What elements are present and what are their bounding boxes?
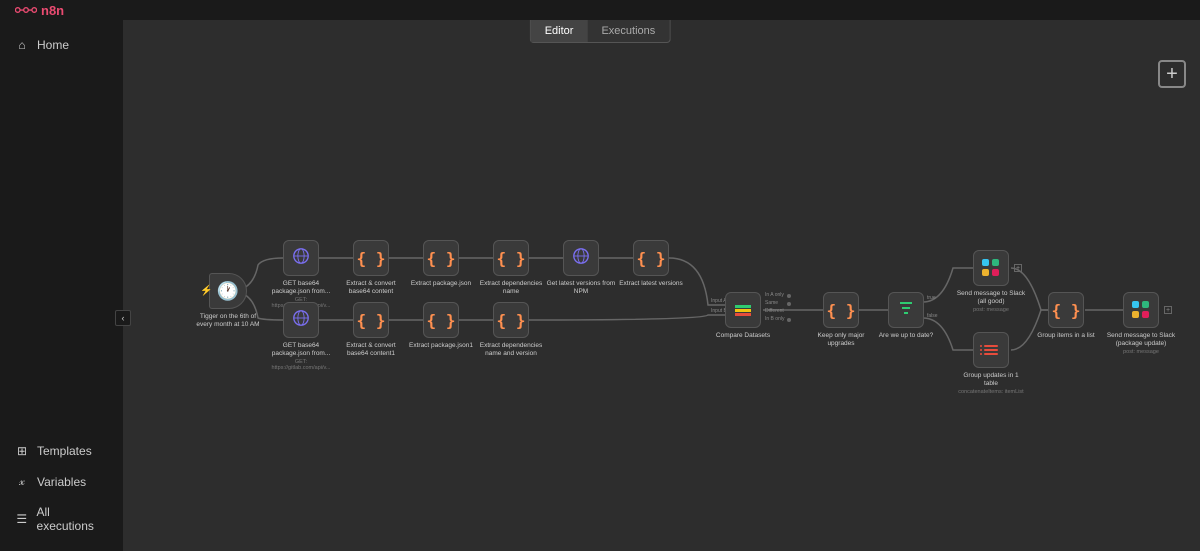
tab-executions[interactable]: Executions	[587, 20, 669, 42]
node-label: Group updates in 1 table	[956, 372, 1026, 388]
view-tabs: Editor Executions	[530, 20, 671, 43]
node-label: Send message to Slack (package update)	[1106, 332, 1176, 348]
node-sublabel: concatenateItems: itemList	[958, 389, 1023, 395]
node-sublabel: GET: https://gitlab.com/api/v...	[266, 359, 336, 371]
node-sublabel: post: message	[1123, 349, 1159, 355]
node-http-get-2[interactable]	[283, 302, 319, 338]
node-up-to-date[interactable]	[888, 292, 924, 328]
sidebar-collapse-button[interactable]: ‹	[115, 310, 131, 326]
executions-icon: ☰	[15, 512, 29, 526]
globe-icon	[292, 247, 310, 270]
home-icon: ⌂	[15, 38, 29, 52]
list-icon	[984, 345, 998, 355]
node-label: Extract & convert base64 content	[336, 280, 406, 296]
code-icon: { }	[357, 311, 386, 330]
node-extract-deps-version[interactable]: { }	[493, 302, 529, 338]
node-keep-major[interactable]: { }	[823, 292, 859, 328]
clock-icon: 🕐	[217, 281, 239, 302]
variables-icon: 𝓍	[15, 474, 29, 489]
node-label: Extract latest versions	[619, 280, 683, 288]
code-icon: { }	[497, 249, 526, 268]
node-group-list[interactable]: { }	[1048, 292, 1084, 328]
globe-icon	[292, 309, 310, 332]
node-label: Extract dependencies name	[476, 280, 546, 296]
lightning-icon: ⚡	[200, 286, 212, 297]
sidebar-item-variables[interactable]: 𝓍 Variables	[0, 466, 123, 497]
node-label: GET base64 package.json from...	[266, 280, 336, 296]
code-icon: { }	[427, 249, 456, 268]
node-label: Extract dependencies name and version	[476, 342, 546, 358]
brand-logo[interactable]: n8n	[15, 3, 64, 18]
slack-icon	[982, 259, 1000, 277]
node-extract-package[interactable]: { }	[423, 240, 459, 276]
code-icon: { }	[427, 311, 456, 330]
node-label: Keep only major upgrades	[806, 332, 876, 348]
node-label: Compare Datasets	[716, 332, 770, 340]
node-extract-latest[interactable]: { }	[633, 240, 669, 276]
node-slack-allgood[interactable]: +	[973, 250, 1009, 286]
plus-icon[interactable]: +	[1164, 306, 1172, 314]
node-group-table[interactable]	[973, 332, 1009, 368]
node-compare-datasets[interactable]	[725, 292, 761, 328]
node-sublabel: post: message	[973, 307, 1009, 313]
sidebar-label: All executions	[37, 505, 108, 533]
node-label: Extract & convert base64 content1	[336, 342, 406, 358]
code-icon: { }	[357, 249, 386, 268]
node-extract-convert-2[interactable]: { }	[353, 302, 389, 338]
node-label: GET base64 package.json from...	[266, 342, 336, 358]
filter-icon	[898, 300, 914, 321]
code-icon: { }	[1052, 301, 1081, 320]
node-http-get-1[interactable]	[283, 240, 319, 276]
sidebar: ⌂ Home ⊞ Templates 𝓍 Variables ☰ All exe…	[0, 20, 123, 551]
code-icon: { }	[827, 301, 856, 320]
sidebar-label: Home	[37, 38, 69, 52]
code-icon: { }	[497, 311, 526, 330]
node-extract-deps[interactable]: { }	[493, 240, 529, 276]
node-trigger[interactable]: ⚡ 🕐	[209, 273, 247, 309]
sidebar-item-executions[interactable]: ☰ All executions	[0, 497, 123, 541]
node-npm-latest[interactable]	[563, 240, 599, 276]
node-slack-update[interactable]: +	[1123, 292, 1159, 328]
node-extract-convert-1[interactable]: { }	[353, 240, 389, 276]
templates-icon: ⊞	[15, 444, 29, 458]
workflow-canvas[interactable]: + Input A Input B In A only Same Differe…	[123, 30, 1200, 551]
tab-editor[interactable]: Editor	[531, 20, 588, 42]
compare-icon	[735, 305, 751, 316]
node-extract-package-1[interactable]: { }	[423, 302, 459, 338]
plus-icon[interactable]: +	[1014, 264, 1022, 272]
sidebar-item-home[interactable]: ⌂ Home	[0, 30, 123, 60]
node-label: Extract package.json1	[409, 342, 473, 350]
node-label: Extract package.json	[411, 280, 471, 288]
node-label: Send message to Slack (all good)	[956, 290, 1026, 306]
brand-text: n8n	[41, 3, 64, 18]
globe-icon	[572, 247, 590, 270]
node-label: Group items in a list	[1037, 332, 1094, 340]
slack-icon	[1132, 301, 1150, 319]
code-icon: { }	[637, 249, 666, 268]
sidebar-label: Variables	[37, 475, 86, 489]
sidebar-label: Templates	[37, 444, 92, 458]
node-label: Get latest versions from NPM	[546, 280, 616, 296]
node-label: Tigger on the 6th of every month at 10 A…	[193, 313, 263, 329]
sidebar-item-templates[interactable]: ⊞ Templates	[0, 436, 123, 466]
node-label: Are we up to date?	[879, 332, 934, 340]
